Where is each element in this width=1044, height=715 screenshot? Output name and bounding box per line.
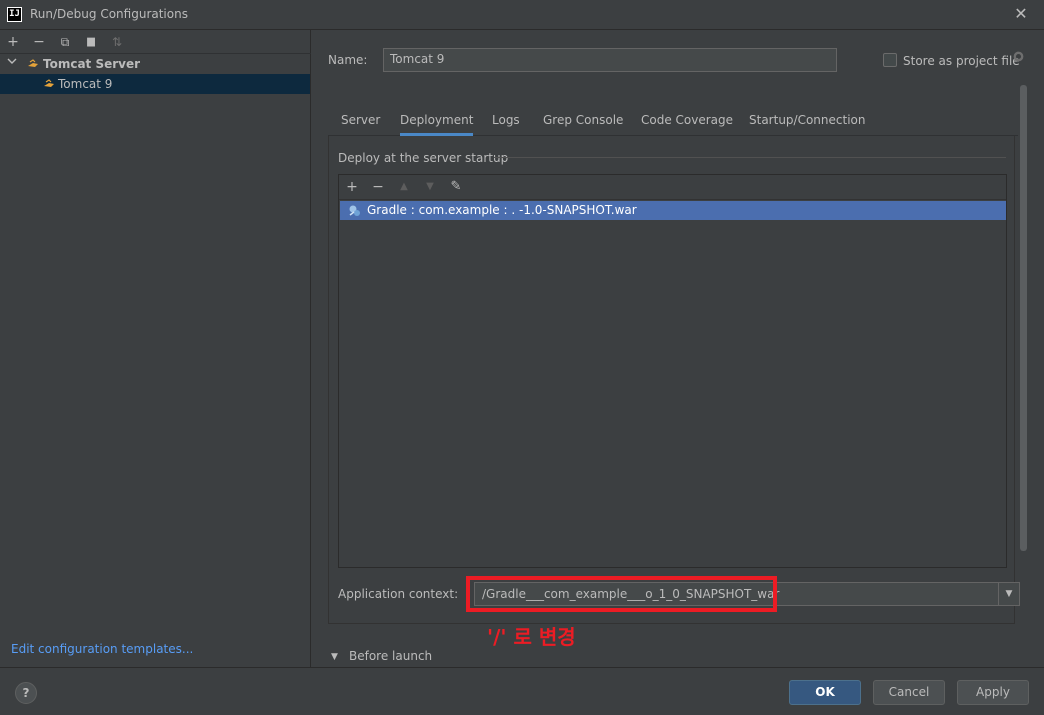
deployment-tab-content: Deploy at the server startup + − ▲ ▼ ✎ G… (328, 136, 1020, 649)
before-launch-section[interactable]: Before launch (349, 649, 432, 663)
name-label: Name: (328, 53, 368, 67)
annotation-highlight-box (466, 576, 777, 612)
name-input[interactable]: Tomcat 9 (383, 48, 837, 72)
edit-configuration-templates-link[interactable]: Edit configuration templates... (11, 642, 193, 656)
move-up-icon[interactable]: ▲ (394, 177, 414, 197)
remove-artifact-icon[interactable]: − (368, 177, 388, 197)
copy-configuration-icon[interactable]: ⧉ (55, 32, 75, 52)
tomcat-icon (27, 58, 39, 70)
move-to-folder-icon[interactable]: ▆ (81, 32, 101, 52)
close-icon[interactable]: ✕ (1011, 4, 1031, 24)
artifact-label: Gradle : com.example : . -1.0-SNAPSHOT.w… (367, 203, 637, 217)
expand-triangle-icon[interactable]: ▼ (331, 652, 338, 662)
section-divider (494, 157, 1006, 158)
deploy-section-title: Deploy at the server startup (338, 151, 509, 165)
window-title: Run/Debug Configurations (30, 7, 188, 21)
add-configuration-icon[interactable]: + (3, 32, 23, 52)
apply-button[interactable]: Apply (957, 680, 1029, 705)
edit-artifact-icon[interactable]: ✎ (446, 177, 466, 197)
chevron-down-icon[interactable] (7, 54, 17, 74)
gear-icon[interactable] (1012, 50, 1025, 67)
sort-configurations-icon[interactable]: ⇅ (107, 32, 127, 52)
tree-item-tomcat-9[interactable]: Tomcat 9 (0, 74, 310, 94)
application-context-label: Application context: (338, 587, 459, 601)
cancel-button[interactable]: Cancel (873, 680, 945, 705)
tomcat-icon (43, 78, 55, 90)
store-as-project-file-checkbox[interactable] (883, 53, 897, 67)
tab-deployment[interactable]: Deployment (400, 104, 474, 136)
tab-logs[interactable]: Logs (492, 104, 520, 136)
title-bar: IJ Run/Debug Configurations ✕ (0, 0, 1044, 30)
tree-item-label: Tomcat 9 (58, 77, 113, 91)
tree-group-label: Tomcat Server (43, 57, 141, 71)
configuration-editor: Name: Tomcat 9 Store as project file Ser… (312, 30, 1044, 667)
move-down-icon[interactable]: ▼ (420, 177, 440, 197)
add-artifact-icon[interactable]: + (342, 177, 362, 197)
annotation-note: '/' 로 변경 (487, 625, 576, 649)
chevron-down-icon[interactable]: ▼ (998, 583, 1019, 605)
vertical-scrollbar[interactable] (1020, 85, 1027, 551)
configurations-panel: + − ⧉ ▆ ⇅ Tomcat Server Tomcat 9 Edit co… (0, 30, 311, 667)
tab-code-coverage[interactable]: Code Coverage (641, 104, 733, 136)
help-button[interactable]: ? (15, 682, 37, 704)
config-tabs: Server Deployment Logs Grep Console Code… (328, 104, 1018, 136)
tab-startup-connection[interactable]: Startup/Connection (749, 104, 865, 136)
deployment-list-toolbar: + − ▲ ▼ ✎ (339, 175, 1006, 200)
list-item[interactable]: Gradle : com.example : . -1.0-SNAPSHOT.w… (340, 201, 1006, 220)
remove-configuration-icon[interactable]: − (29, 32, 49, 52)
store-as-project-file-label: Store as project file (903, 54, 1020, 68)
dialog-button-bar: ? OK Cancel Apply (0, 667, 1044, 715)
intellij-app-icon: IJ (7, 7, 22, 22)
tab-grep-console[interactable]: Grep Console (543, 104, 623, 136)
tree-group-tomcat-server[interactable]: Tomcat Server (0, 54, 310, 74)
ok-button[interactable]: OK (789, 680, 861, 705)
gradle-artifact-icon (348, 204, 362, 217)
deployment-list: + − ▲ ▼ ✎ Gradle : com.example : . -1.0-… (338, 174, 1007, 568)
tab-server[interactable]: Server (341, 104, 380, 136)
configurations-toolbar: + − ⧉ ▆ ⇅ (0, 30, 311, 54)
